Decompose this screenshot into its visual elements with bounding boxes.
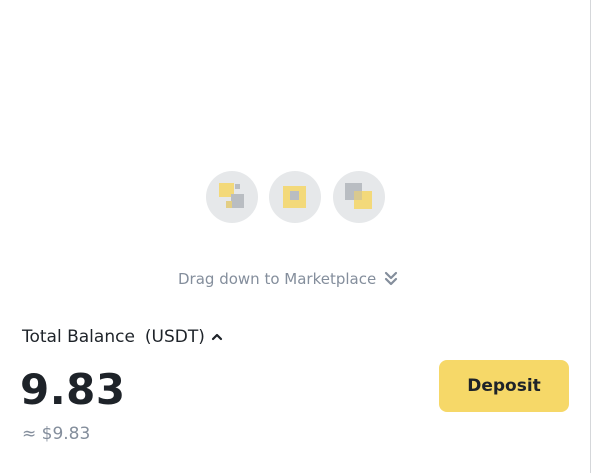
marketplace-icon-3[interactable] <box>333 171 385 223</box>
balance-fiat-equivalent: ≈ $9.83 <box>22 424 91 444</box>
deposit-button[interactable]: Deposit <box>439 360 569 412</box>
drag-to-marketplace-hint[interactable]: Drag down to Marketplace <box>178 268 398 290</box>
chevron-up-icon <box>211 332 223 342</box>
drag-hint-text: Drag down to Marketplace <box>178 270 377 288</box>
marketplace-icons-row <box>206 171 385 223</box>
double-chevron-down-icon <box>384 271 398 287</box>
total-balance-label: Total Balance <box>22 327 135 347</box>
marketplace-icon-1[interactable] <box>206 171 258 223</box>
balance-currency: (USDT) <box>144 327 205 347</box>
total-balance-value: 9.83 <box>20 365 126 414</box>
marketplace-icon-2[interactable] <box>269 171 321 223</box>
balance-currency-toggle[interactable]: Total Balance (USDT) <box>22 327 223 347</box>
